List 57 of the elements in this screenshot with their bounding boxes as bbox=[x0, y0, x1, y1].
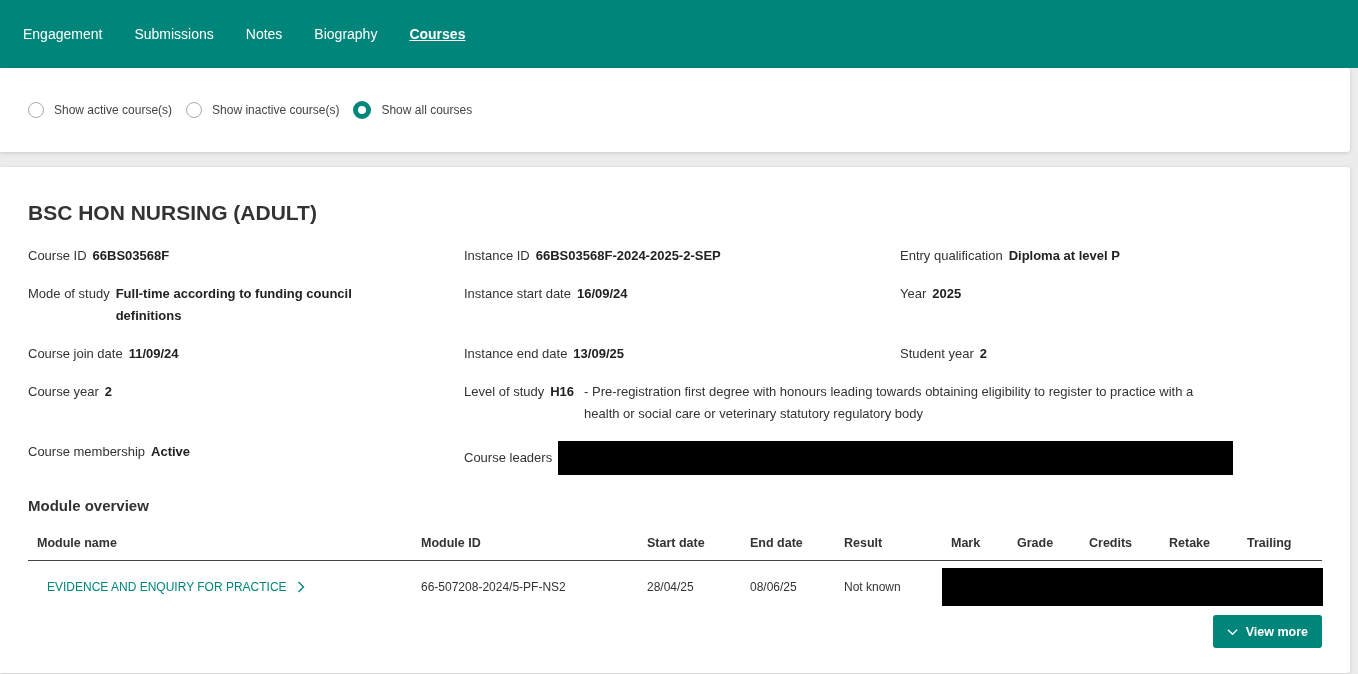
nav-tab[interactable]: Engagement bbox=[23, 26, 103, 42]
column-header: Result bbox=[843, 536, 884, 550]
column-header: Trailing bbox=[1246, 536, 1293, 550]
column-header: Module name bbox=[36, 536, 118, 550]
column-header: Retake bbox=[1168, 536, 1211, 550]
radio-button[interactable] bbox=[186, 102, 203, 118]
field-value: 66BS03568F-2024-2025-2-SEP bbox=[535, 247, 721, 265]
field-label: Student year bbox=[900, 345, 974, 363]
field-label: Instance ID bbox=[464, 247, 530, 265]
field-value: Diploma at level P bbox=[1008, 247, 1120, 265]
nav-tab[interactable]: Submissions bbox=[134, 26, 214, 42]
nav-tab[interactable]: Notes bbox=[245, 26, 283, 42]
radio-label[interactable]: Show inactive course(s) bbox=[212, 103, 340, 117]
chevron-down-icon bbox=[1226, 627, 1238, 636]
field-label: Instance start date bbox=[464, 285, 571, 303]
radio-label[interactable]: Show all courses bbox=[381, 103, 473, 117]
field-description: - Pre-registration first degree with honours leading towards obtaining eligibility to register to practice with a health or social care or veterinary statutory regulatory body bbox=[584, 383, 1195, 423]
field-value: H16 bbox=[550, 383, 575, 401]
table-cell-text: 08/06/25 bbox=[749, 580, 798, 594]
field-value: 2 bbox=[979, 345, 987, 363]
field-label: Course membership bbox=[28, 443, 146, 461]
radio-label[interactable]: Show active course(s) bbox=[54, 103, 173, 117]
table-cell-text: Not known bbox=[843, 580, 902, 594]
column-header: Mark bbox=[950, 536, 982, 550]
field-label: Course ID bbox=[28, 247, 87, 265]
field-value: 2025 bbox=[932, 285, 962, 303]
column-header: Module ID bbox=[420, 536, 482, 550]
nav-tab[interactable]: Courses bbox=[409, 26, 466, 42]
field-value: 66BS03568F bbox=[92, 247, 170, 265]
field-value: 2 bbox=[104, 383, 113, 401]
view-more-button[interactable]: View more bbox=[1212, 615, 1322, 648]
field-label: Entry qualification bbox=[900, 247, 1003, 265]
field-value: Full-time according to funding council definitions bbox=[115, 285, 353, 325]
field-label: Year bbox=[900, 285, 927, 303]
radio-button[interactable] bbox=[353, 101, 372, 119]
field-label: Instance end date bbox=[464, 345, 568, 363]
column-header: Credits bbox=[1088, 536, 1134, 550]
radio-button[interactable] bbox=[28, 102, 44, 118]
column-header: End date bbox=[749, 536, 804, 550]
column-header: Start date bbox=[646, 536, 706, 550]
field-value: 13/09/25 bbox=[573, 345, 624, 363]
field-label: Course year bbox=[28, 383, 99, 401]
course-title: BSC HON NURSING (ADULT) bbox=[28, 201, 318, 225]
field-label: Course join date bbox=[28, 345, 123, 363]
chevron-right-icon bbox=[296, 581, 305, 593]
module-link[interactable]: EVIDENCE AND ENQUIRY FOR PRACTICE bbox=[37, 580, 305, 594]
field-label: Level of study bbox=[464, 383, 545, 401]
table-cell-text: 66-507208-2024/5-PF-NS2 bbox=[420, 580, 567, 594]
field-label: Mode of study bbox=[28, 285, 110, 303]
table-cell-text: 28/04/25 bbox=[646, 580, 695, 594]
section-heading: Module overview bbox=[28, 497, 150, 514]
field-value: 11/09/24 bbox=[128, 345, 179, 363]
nav-tab[interactable]: Biography bbox=[314, 26, 378, 42]
column-header: Grade bbox=[1016, 536, 1055, 550]
field-value: 16/09/24 bbox=[576, 285, 628, 303]
field-value: Active bbox=[151, 443, 191, 461]
field-label: Course leaders bbox=[464, 449, 553, 467]
